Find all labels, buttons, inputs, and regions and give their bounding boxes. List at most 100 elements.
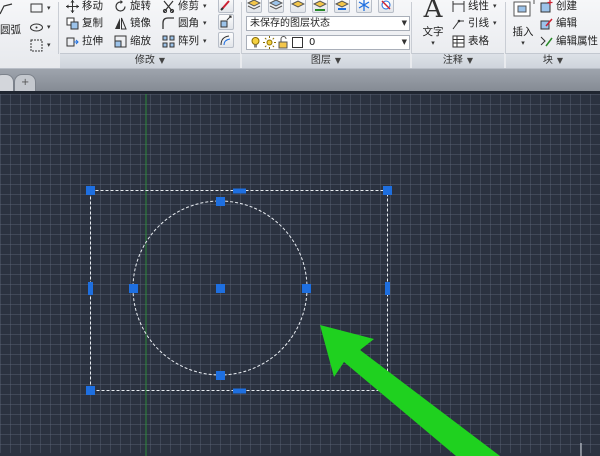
linear-dimension-icon <box>452 0 465 13</box>
chevron-down-icon: ▾ <box>47 4 51 12</box>
text-label: 文字 <box>422 26 444 38</box>
trim-button[interactable]: 修剪 ▾ <box>162 0 207 15</box>
move-label: 移动 <box>82 0 103 12</box>
chevron-down-icon: ▾ <box>493 2 497 10</box>
leader-icon <box>452 17 465 30</box>
layer-freeze-button[interactable] <box>356 0 372 13</box>
edit-block-button[interactable]: 编辑 <box>540 15 577 32</box>
edit-attributes-button[interactable]: 编辑属性 <box>540 33 598 50</box>
edit-attributes-label: 编辑属性 <box>556 35 598 47</box>
grip-rect-top-mid[interactable] <box>233 188 246 194</box>
array-icon <box>162 35 175 48</box>
offset-button[interactable] <box>218 32 234 48</box>
stretch-button[interactable]: 拉伸 <box>66 33 103 50</box>
copy-button[interactable]: 复制 <box>66 15 103 32</box>
erase-button[interactable] <box>218 0 234 13</box>
insert-button[interactable]: 插入 ▾ <box>508 0 538 47</box>
scale-button[interactable]: 缩放 <box>114 33 151 50</box>
rectangle-icon <box>30 2 43 15</box>
chevron-down-icon: ▾ <box>47 41 51 49</box>
drawing-layer <box>86 94 582 456</box>
grip-rect-top-right[interactable] <box>383 186 392 195</box>
caret-down-icon: ▼ <box>466 56 474 65</box>
grip-rect-left-mid[interactable] <box>88 282 93 295</box>
fillet-label: 圆角 <box>178 17 199 29</box>
drawing-tab[interactable] <box>0 74 14 91</box>
copy-label: 复制 <box>82 17 103 29</box>
ellipse-icon <box>30 21 43 34</box>
scale-icon <box>114 35 127 48</box>
table-label: 表格 <box>468 35 489 47</box>
layer-previous-button[interactable] <box>290 0 306 13</box>
annotation-panel: A 文字 ▾ 线性 ▾ 引线 ▾ 表格 注释 ▼ <box>412 0 504 68</box>
layer-match-button[interactable] <box>268 0 284 13</box>
chevron-down-icon: ▾ <box>47 23 51 31</box>
table-icon <box>452 35 465 48</box>
circle-grips <box>129 197 311 380</box>
grip-circle-top[interactable] <box>216 197 225 206</box>
trim-label: 修剪 <box>178 0 199 12</box>
layer-previous-icon <box>291 0 305 8</box>
layer-stack-icon <box>247 0 261 10</box>
grip-circle-bottom[interactable] <box>216 371 225 380</box>
layer-state-dropdown[interactable]: 未保存的图层状态 ▼ <box>246 16 410 31</box>
block-panel-title[interactable]: 块 ▼ <box>506 53 600 68</box>
grip-circle-left[interactable] <box>129 284 138 293</box>
modify-panel-title[interactable]: 修改 ▼ <box>60 53 240 68</box>
create-block-button[interactable]: 创建 <box>540 0 577 15</box>
chevron-down-icon: ▾ <box>431 39 435 47</box>
edit-label: 编辑 <box>556 17 577 29</box>
draw-panel: 圆弧 ▾ ▾ ▾ <box>0 0 54 68</box>
chevron-down-icon: ▾ <box>521 39 525 47</box>
grip-circle-right[interactable] <box>302 284 311 293</box>
linear-label: 线性 <box>468 0 489 12</box>
arc-tool[interactable]: 圆弧 <box>0 22 21 39</box>
copy-icon <box>66 17 79 30</box>
layers-panel-title[interactable]: 图层 ▼ <box>242 53 410 68</box>
ellipse-tool[interactable]: ▾ <box>30 19 51 36</box>
layer-match-icon <box>269 0 283 10</box>
caret-down-icon: ▼ <box>556 56 564 65</box>
hatch-tool[interactable]: ▾ <box>30 37 51 54</box>
grip-rect-bottom-left[interactable] <box>86 386 95 395</box>
drawing-canvas[interactable] <box>0 91 600 456</box>
layers-panel: 未保存的图层状态 ▼ 0 ▼ 图层 ▼ <box>242 0 410 68</box>
new-tab-button[interactable]: + <box>14 74 36 91</box>
edit-attributes-icon <box>540 35 553 48</box>
text-button[interactable]: A 文字 ▾ <box>416 0 450 47</box>
layer-isolate-button[interactable] <box>312 0 328 13</box>
chevron-down-icon: ▾ <box>493 19 497 27</box>
rectangle-tool[interactable]: ▾ <box>30 0 51 17</box>
erase-icon <box>220 0 230 11</box>
mirror-button[interactable]: 镜像 <box>114 15 151 32</box>
linear-dimension-button[interactable]: 线性 ▾ <box>452 0 497 15</box>
grip-circle-center[interactable] <box>216 284 225 293</box>
array-button[interactable]: 阵列 ▾ <box>162 33 207 50</box>
move-button[interactable]: 移动 <box>66 0 103 15</box>
grip-rect-right-mid[interactable] <box>385 282 390 295</box>
grip-rect-top-left[interactable] <box>86 186 95 195</box>
block-panel-title-text: 块 <box>542 55 553 66</box>
explode-icon <box>220 15 232 28</box>
lightbulb-icon <box>249 36 262 49</box>
divider <box>58 2 59 54</box>
table-button[interactable]: 表格 <box>452 33 489 50</box>
fillet-button[interactable]: 圆角 ▾ <box>162 15 207 32</box>
annotation-panel-title[interactable]: 注释 ▼ <box>412 53 504 68</box>
layer-off-icon <box>381 0 391 10</box>
grip-rect-bottom-mid[interactable] <box>233 388 246 394</box>
rotate-button[interactable]: 旋转 <box>114 0 151 15</box>
hatch-icon <box>30 39 43 52</box>
layer-dropdown[interactable]: 0 ▼ <box>246 35 410 50</box>
move-icon <box>66 0 79 13</box>
polyline-tool[interactable] <box>0 0 13 17</box>
leader-button[interactable]: 引线 ▾ <box>452 15 497 32</box>
layer-unisolate-button[interactable] <box>334 0 350 13</box>
sun-icon <box>263 36 276 49</box>
file-tab-strip: + <box>0 69 600 91</box>
layer-properties-button[interactable] <box>246 0 262 13</box>
layer-off-button[interactable] <box>378 0 394 13</box>
chevron-down-icon: ▾ <box>203 2 207 10</box>
explode-button[interactable] <box>218 14 234 30</box>
fillet-icon <box>162 17 175 30</box>
